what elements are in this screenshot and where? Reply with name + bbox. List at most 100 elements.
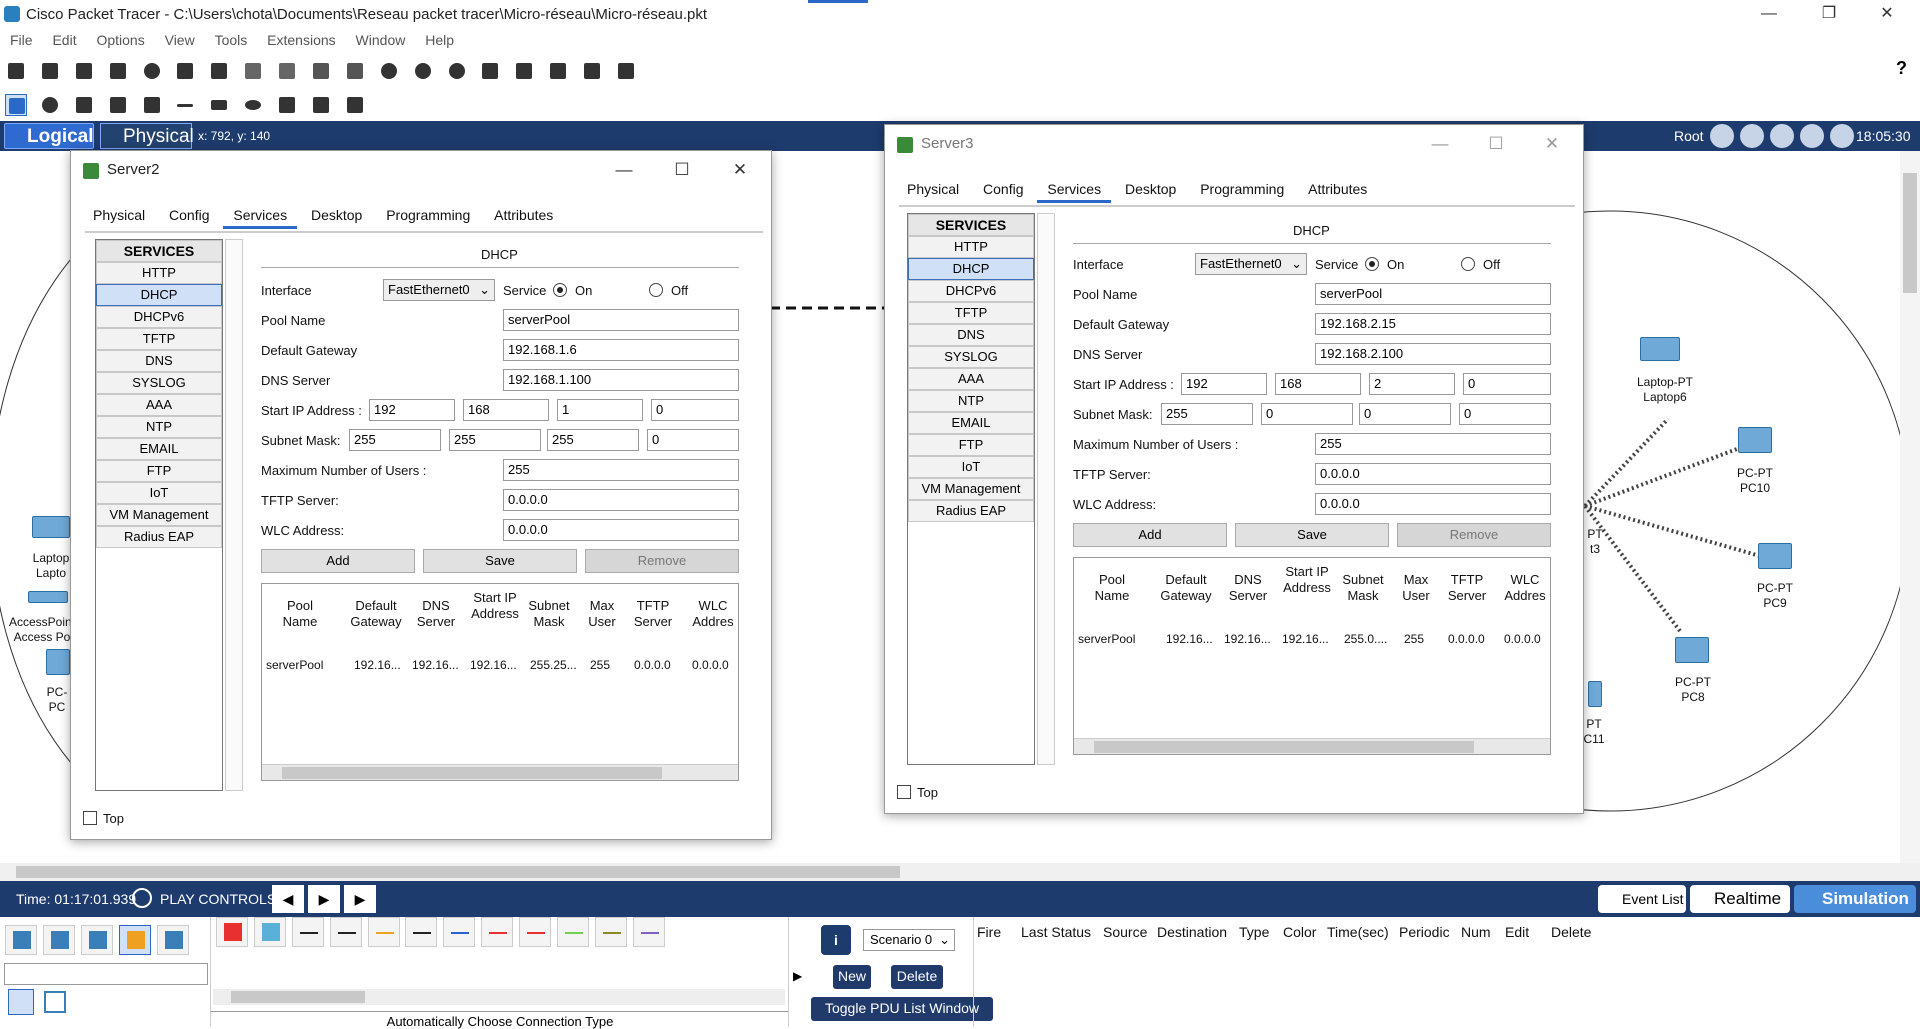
remove-button[interactable]: Remove xyxy=(585,549,739,573)
pc9-icon[interactable] xyxy=(1758,543,1792,569)
pc8-icon[interactable] xyxy=(1675,637,1709,663)
paste-icon[interactable] xyxy=(276,60,298,82)
menu-tools[interactable]: Tools xyxy=(215,30,248,48)
top-checkbox[interactable] xyxy=(83,811,97,825)
workspace-hscroll[interactable] xyxy=(0,863,1920,881)
service-email[interactable]: EMAIL xyxy=(96,438,222,460)
remove-button[interactable]: Remove xyxy=(1397,523,1551,547)
menu-extensions[interactable]: Extensions xyxy=(267,30,335,48)
forward-step-button[interactable]: ▶ xyxy=(344,885,376,913)
delete-scenario-button[interactable]: Delete xyxy=(891,965,943,989)
realtime-button[interactable]: Realtime xyxy=(1690,885,1790,913)
redo-icon[interactable] xyxy=(344,60,366,82)
resize-icon[interactable] xyxy=(107,94,129,116)
scenario-select[interactable]: Scenario 0 ⌄ xyxy=(863,929,955,951)
tab-attributes[interactable]: Attributes xyxy=(484,203,563,226)
minimize-button[interactable]: — xyxy=(1746,0,1792,30)
freeform-icon[interactable] xyxy=(276,94,298,116)
server3-titlebar[interactable]: Server3 — ☐ ✕ xyxy=(885,125,1583,165)
pool-name-input[interactable]: serverPool xyxy=(1315,283,1551,305)
subnet-octet-1[interactable]: 255 xyxy=(349,429,441,451)
connection-hscroll[interactable] xyxy=(213,989,785,1005)
misc-icon[interactable] xyxy=(156,925,189,955)
service-aaa[interactable]: AAA xyxy=(908,368,1034,390)
service-on-radio[interactable] xyxy=(553,283,567,297)
workspace-vscroll-thumb[interactable] xyxy=(1903,173,1917,293)
menu-view[interactable]: View xyxy=(165,30,195,48)
cluster-icon[interactable] xyxy=(547,60,569,82)
save-button[interactable]: Save xyxy=(423,549,577,573)
service-iot[interactable]: IoT xyxy=(908,456,1034,478)
service-off-radio[interactable] xyxy=(1461,257,1475,271)
tftp-input[interactable]: 0.0.0.0 xyxy=(1315,463,1551,485)
inspect-icon[interactable] xyxy=(39,94,61,116)
logical-view-button[interactable]: Logical xyxy=(4,123,94,149)
service-dns[interactable]: DNS xyxy=(96,350,222,372)
device-search-input[interactable] xyxy=(4,963,208,985)
components-icon[interactable] xyxy=(80,925,113,955)
line-icon[interactable] xyxy=(174,94,196,116)
start-ip-octet-3[interactable]: 2 xyxy=(1369,373,1455,395)
rectangle-icon[interactable] xyxy=(208,94,230,116)
access-point-icon[interactable] xyxy=(28,591,68,603)
workspace-vscroll[interactable] xyxy=(1900,151,1920,863)
pc10-icon[interactable] xyxy=(1738,427,1772,453)
service-syslog[interactable]: SYSLOG xyxy=(908,346,1034,368)
service-off-radio[interactable] xyxy=(649,283,663,297)
ellipse-icon[interactable] xyxy=(242,94,264,116)
interface-select[interactable]: FastEthernet0 ⌄ xyxy=(1195,253,1307,275)
auto-connection-icon[interactable] xyxy=(8,989,34,1015)
service-vm-management[interactable]: VM Management xyxy=(96,504,222,526)
octal-icon[interactable] xyxy=(557,917,590,947)
close-button[interactable]: ✕ xyxy=(1864,0,1910,30)
service-http[interactable]: HTTP xyxy=(908,236,1034,258)
pc11-icon[interactable] xyxy=(1588,681,1602,707)
tab-desktop[interactable]: Desktop xyxy=(301,203,372,226)
server2-titlebar[interactable]: Server2 — ☐ ✕ xyxy=(71,151,771,191)
start-ip-octet-4[interactable]: 0 xyxy=(1463,373,1551,395)
add-button[interactable]: Add xyxy=(261,549,415,573)
serial-dce-icon[interactable] xyxy=(481,917,514,947)
drawing-palette-icon[interactable] xyxy=(479,60,501,82)
crossover-icon[interactable] xyxy=(329,917,362,947)
service-http[interactable]: HTTP xyxy=(96,262,222,284)
print-icon[interactable] xyxy=(107,60,129,82)
auto-connection-type-icon[interactable] xyxy=(216,917,248,947)
table-hscroll[interactable] xyxy=(262,764,738,780)
zoom-out-icon[interactable] xyxy=(446,60,468,82)
back-step-button[interactable]: ◀ xyxy=(272,885,304,913)
copy-icon[interactable] xyxy=(242,60,264,82)
network-info-icon[interactable] xyxy=(208,60,230,82)
move-icon[interactable] xyxy=(1770,124,1794,148)
back-icon[interactable] xyxy=(1710,124,1734,148)
table-hscroll[interactable] xyxy=(1074,738,1550,754)
complex-pdu-icon[interactable] xyxy=(344,94,366,116)
subnet-octet-2[interactable]: 255 xyxy=(449,429,541,451)
wlc-input[interactable]: 0.0.0.0 xyxy=(1315,493,1551,515)
services-vscroll[interactable] xyxy=(225,239,243,791)
table-hscroll-thumb[interactable] xyxy=(1094,741,1474,753)
console-cable-icon[interactable] xyxy=(253,917,286,947)
network-devices-icon[interactable] xyxy=(5,925,37,955)
max-users-input[interactable]: 255 xyxy=(503,459,739,481)
workspace-hscroll-thumb[interactable] xyxy=(16,866,900,878)
power-cycle-icon[interactable] xyxy=(132,888,152,908)
start-ip-octet-2[interactable]: 168 xyxy=(1275,373,1361,395)
menu-file[interactable]: File xyxy=(10,30,33,48)
play-button[interactable]: ▶ xyxy=(308,885,340,913)
close-icon[interactable]: ✕ xyxy=(1537,133,1567,157)
tab-config[interactable]: Config xyxy=(973,177,1033,200)
info-icon[interactable] xyxy=(141,60,163,82)
max-users-input[interactable]: 255 xyxy=(1315,433,1551,455)
grid-icon[interactable] xyxy=(44,991,66,1013)
service-radius-eap[interactable]: Radius EAP xyxy=(96,526,222,548)
table-hscroll-thumb[interactable] xyxy=(282,767,662,779)
gateway-input[interactable]: 192.168.1.6 xyxy=(503,339,739,361)
custom-device-icon[interactable] xyxy=(513,60,535,82)
wlc-input[interactable]: 0.0.0.0 xyxy=(503,519,739,541)
menu-options[interactable]: Options xyxy=(96,30,144,48)
physical-view-button[interactable]: Physical xyxy=(100,123,194,149)
open-folder-icon[interactable] xyxy=(39,60,61,82)
fiber-icon[interactable] xyxy=(367,917,400,947)
start-ip-octet-4[interactable]: 0 xyxy=(651,399,739,421)
